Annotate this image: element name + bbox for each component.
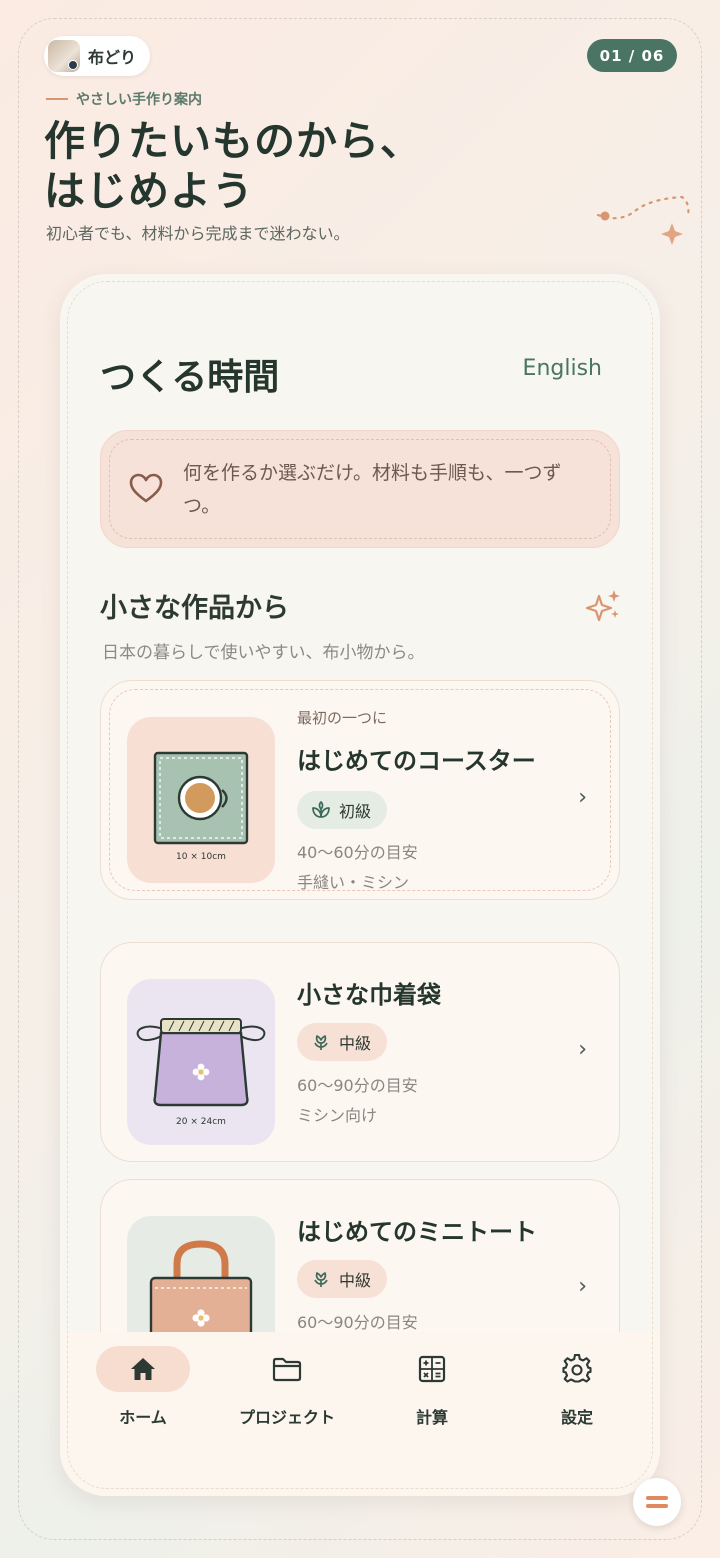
- app-title: つくる時間: [100, 357, 280, 398]
- item-method: ミシン向け: [297, 1106, 378, 1125]
- nav-home-pill: [96, 1346, 190, 1392]
- nav-label-projects: プロジェクト: [238, 1408, 335, 1427]
- coaster-size-label: 10 × 10cm: [176, 852, 226, 862]
- hero-title: 作りたいものから、 はじめよう: [44, 116, 422, 216]
- page-counter: 01 / 06: [587, 39, 677, 72]
- item-meta: 40〜60分の目安 手縫い・ミシン: [297, 838, 418, 898]
- bag-size-label: 20 × 24cm: [176, 1117, 226, 1127]
- phone-card: つくる時間 English 何を作るか選ぶだけ。材料も手順も、一つずつ。 小さな…: [60, 274, 660, 1496]
- nav-label-settings: 設定: [560, 1408, 593, 1427]
- level-label: 中級: [339, 1034, 372, 1053]
- notice-banner: 何を作るか選ぶだけ。材料も手順も、一つずつ。: [100, 430, 620, 548]
- section-title: 小さな作品から: [100, 593, 289, 624]
- chevron-right-icon: ›: [578, 1037, 587, 1062]
- notice-text: 何を作るか選ぶだけ。材料も手順も、一つずつ。: [183, 462, 562, 517]
- flower-icon: [314, 1272, 328, 1287]
- level-badge: 中級: [297, 1260, 388, 1298]
- nav-projects-pill: [240, 1346, 334, 1392]
- language-toggle[interactable]: English: [523, 356, 602, 381]
- item-name: 小さな巾着袋: [297, 981, 441, 1009]
- level-badge: 中級: [297, 1023, 388, 1061]
- flower-icon: [314, 1035, 328, 1050]
- nav-label-home: ホーム: [119, 1408, 167, 1427]
- section-subtitle: 日本の暮らしで使いやすい、布小物から。: [102, 643, 425, 663]
- item-method: 手縫い・ミシン: [297, 873, 410, 892]
- nav-calculator-pill: [385, 1346, 479, 1392]
- level-label: 中級: [339, 1271, 372, 1290]
- home-icon: [131, 1358, 155, 1380]
- calculator-icon: [418, 1355, 446, 1383]
- brand-chip[interactable]: 布どり: [44, 36, 151, 76]
- nav-item-home[interactable]: ホーム: [93, 1346, 193, 1428]
- item-meta: 60〜90分の目安 ミシン向け: [297, 1071, 418, 1131]
- item-name: はじめてのミニトート: [297, 1218, 537, 1246]
- gear-icon: [562, 1354, 592, 1383]
- item-kicker: 最初の一つに: [297, 709, 388, 727]
- folder-icon: [272, 1357, 302, 1382]
- chevron-right-icon: ›: [578, 1274, 587, 1299]
- chevron-right-icon: ›: [578, 785, 587, 810]
- project-card-drawstring-bag[interactable]: 20 × 24cm 小さな巾着袋 中級 60〜90分の目安 ミシン向け ›: [100, 942, 620, 1162]
- coaster-thumbnail: 10 × 10cm: [127, 717, 275, 883]
- item-name: はじめてのコースター: [297, 747, 536, 775]
- leaf-icon: [312, 801, 330, 818]
- bottom-nav: ホーム プロジェクト 計算 設定: [60, 1332, 660, 1496]
- item-time: 40〜60分の目安: [297, 843, 418, 862]
- nav-item-settings[interactable]: 設定: [527, 1346, 627, 1428]
- nav-item-calculator[interactable]: 計算: [382, 1346, 482, 1428]
- bag-thumbnail: 20 × 24cm: [127, 979, 275, 1145]
- brand-name: 布どり: [88, 48, 137, 67]
- floating-menu-button[interactable]: [633, 1478, 681, 1526]
- level-label: 初級: [339, 802, 372, 821]
- hero-subtitle: 初心者でも、材料から完成まで迷わない。: [46, 224, 350, 243]
- avatar: [48, 40, 80, 72]
- eyebrow-text: やさしい手作り案内: [46, 89, 202, 109]
- project-card-coaster[interactable]: 10 × 10cm 最初の一つに はじめてのコースター 初級 40〜60分の目安…: [100, 680, 620, 900]
- nav-item-projects[interactable]: プロジェクト: [237, 1346, 337, 1428]
- nav-settings-pill: [530, 1346, 624, 1392]
- hero-title-line2: はじめよう: [44, 167, 254, 215]
- item-time: 60〜90分の目安: [297, 1076, 418, 1095]
- nav-label-calculator: 計算: [415, 1408, 448, 1427]
- heart-icon: [129, 473, 163, 503]
- sparkle-decoration-icon: [596, 195, 690, 245]
- level-badge: 初級: [297, 791, 388, 829]
- sparkles-icon: [586, 590, 620, 622]
- hero-title-line1: 作りたいものから、: [44, 117, 422, 165]
